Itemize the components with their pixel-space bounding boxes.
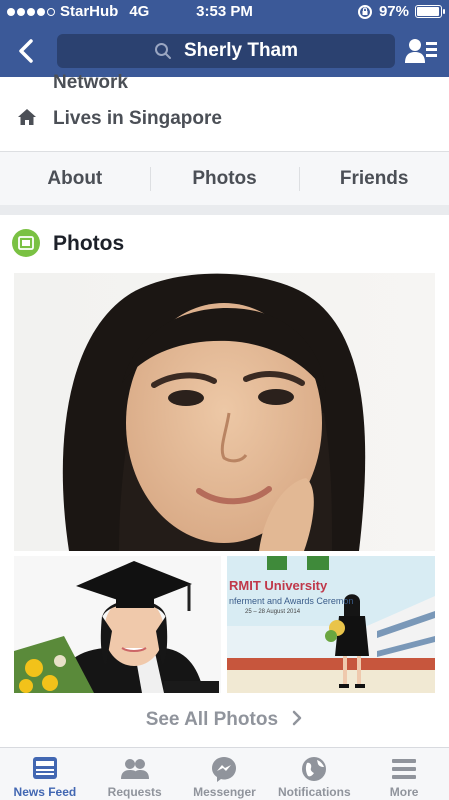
menu-icon (392, 759, 417, 779)
status-right: 97% (357, 3, 445, 20)
rotation-lock-icon (357, 4, 372, 19)
nav-notifications[interactable]: Notifications (269, 748, 359, 800)
search-text: Sherly Tham (183, 40, 299, 61)
photos-icon (12, 229, 40, 257)
nav-label: Messenger (193, 785, 256, 799)
main-profile-photo[interactable] (14, 273, 435, 551)
nav-label: Requests (107, 785, 162, 799)
rmit-title-text: RMIT University (229, 578, 328, 593)
battery-percent: 97% (378, 3, 409, 20)
rmit-subtitle-text: nferment and Awards Ceremon (229, 596, 354, 606)
tab-label: Friends (339, 167, 409, 189)
battery-icon (415, 5, 445, 18)
globe-icon (302, 757, 327, 781)
home-icon (18, 109, 36, 125)
see-all-photos-link[interactable]: See All Photos (0, 709, 449, 731)
back-arrow-icon[interactable] (12, 36, 42, 66)
nav-requests[interactable]: Requests (90, 748, 180, 800)
photos-section-title: Photos (53, 232, 125, 255)
messenger-icon (212, 757, 237, 782)
news-feed-icon (32, 757, 57, 779)
tab-label: Photos (192, 167, 257, 189)
search-icon (154, 43, 171, 59)
nav-news-feed[interactable]: News Feed (0, 748, 90, 800)
network-label: Network (53, 72, 128, 93)
nav-label: News Feed (13, 785, 77, 799)
bottom-tab-bar: News Feed Requests Messenger Notificatio… (0, 747, 449, 800)
friend-list-icon[interactable] (404, 36, 438, 66)
rmit-event-photo[interactable]: RMIT University nferment and Awards Cere… (227, 556, 435, 693)
tab-friends[interactable]: Friends (299, 152, 449, 205)
nav-more[interactable]: More (359, 748, 449, 800)
tab-label: About (47, 167, 103, 189)
nav-label: More (389, 785, 419, 799)
status-bar: StarHub 4G 3:53 PM 97% (0, 0, 449, 24)
graduation-photo[interactable] (14, 556, 221, 693)
rmit-date-text: 25 – 28 August 2014 (245, 609, 301, 615)
tab-about[interactable]: About (0, 152, 150, 205)
lives-in-text: Lives in Singapore (53, 108, 222, 129)
profile-tabs: About Photos Friends (0, 151, 449, 205)
photos-card: Photos RMIT University nferment and Awar… (0, 215, 449, 747)
top-bar: StarHub 4G 3:53 PM 97% Sherly Tham (0, 0, 449, 77)
chevron-right-icon (293, 710, 302, 726)
nav-messenger[interactable]: Messenger (180, 748, 270, 800)
tab-photos[interactable]: Photos (149, 152, 300, 205)
nav-label: Notifications (277, 785, 351, 799)
profile-info-card: Network Lives in Singapore (0, 72, 449, 151)
requests-icon (120, 759, 149, 779)
search-bar[interactable]: Sherly Tham (57, 34, 395, 68)
see-all-label: See All Photos (145, 709, 279, 730)
battery-level (417, 7, 440, 16)
